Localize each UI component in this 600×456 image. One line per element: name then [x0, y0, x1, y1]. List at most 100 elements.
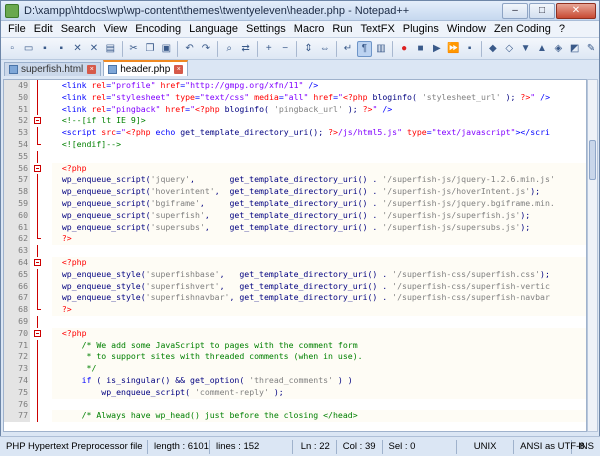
code-line[interactable]: 73 */: [4, 363, 586, 375]
fold-margin[interactable]: [32, 257, 43, 269]
code-line[interactable]: 64 <?php: [4, 256, 586, 269]
code-line[interactable]: 69: [4, 315, 586, 328]
code-line[interactable]: 75 wp_enqueue_script( 'comment-reply' );: [4, 386, 586, 399]
undo-icon[interactable]: ↶: [182, 41, 196, 57]
record-macro-icon[interactable]: ●: [397, 41, 411, 57]
zoom-out-icon[interactable]: −: [278, 41, 292, 57]
code-line[interactable]: 58 wp_enqueue_script('hoverintent', get_…: [4, 186, 586, 198]
code-line[interactable]: 56 <?php: [4, 162, 586, 175]
maximize-button[interactable]: □: [529, 2, 555, 19]
menu-textfx[interactable]: TextFX: [357, 21, 399, 38]
fold-toggle-icon[interactable]: [34, 329, 41, 337]
menu-macro[interactable]: Macro: [290, 21, 329, 38]
code-line[interactable]: 59 wp_enqueue_script('bgiframe', get_tem…: [4, 197, 586, 210]
menu-help[interactable]: ?: [555, 21, 569, 38]
code-line[interactable]: 55: [4, 150, 586, 163]
fold-margin[interactable]: [32, 115, 43, 127]
menu-view[interactable]: View: [100, 21, 132, 38]
zen-remove-icon[interactable]: ✎: [584, 41, 598, 57]
menu-plugins[interactable]: Plugins: [399, 21, 443, 38]
find-icon[interactable]: ⌕: [222, 41, 236, 57]
menu-file[interactable]: File: [4, 21, 30, 38]
code-line[interactable]: 71 /* We add some JavaScript to pages wi…: [4, 339, 586, 352]
all-chars-icon[interactable]: ¶: [357, 40, 372, 57]
code-line[interactable]: 72 * to support sites with threaded comm…: [4, 351, 586, 364]
vertical-scrollbar[interactable]: [587, 79, 598, 432]
code-line[interactable]: 65 wp_enqueue_style('superfishbase', get…: [4, 268, 586, 281]
code-line[interactable]: 53 <script src="<?php echo get_template_…: [4, 127, 586, 139]
close-icon[interactable]: ✕: [70, 41, 84, 57]
code-line[interactable]: 57 wp_enqueue_script('jquery', get_templ…: [4, 174, 586, 187]
menu-language[interactable]: Language: [185, 21, 242, 38]
zen-prev-icon[interactable]: ▲: [535, 41, 549, 57]
sync-v-icon[interactable]: ⇕: [301, 41, 315, 57]
menu-zen-coding[interactable]: Zen Coding: [490, 21, 555, 38]
line-number: 72: [4, 351, 30, 364]
stop-macro-icon[interactable]: ■: [413, 41, 427, 57]
zen-merge-icon[interactable]: ◩: [567, 41, 581, 57]
zen-expand-icon[interactable]: ◆: [486, 41, 500, 57]
code-line[interactable]: 74 if ( is_singular() && get_option( 'th…: [4, 374, 586, 387]
indent-guide-icon[interactable]: ▥: [374, 41, 388, 57]
code-token: rel: [91, 91, 107, 102]
zen-select-icon[interactable]: ◈: [551, 41, 565, 57]
code-line[interactable]: 52 <!--[if lt IE 9]>: [4, 115, 586, 128]
save-all-icon[interactable]: ▪: [54, 41, 68, 57]
code-line[interactable]: 50 <link rel="stylesheet" type="text/css…: [4, 91, 586, 104]
close-window-button[interactable]: ✕: [556, 2, 596, 19]
run-macro-multiple-icon[interactable]: ⏩: [446, 41, 460, 57]
word-wrap-icon[interactable]: ↵: [341, 41, 355, 57]
replace-icon[interactable]: ⇄: [238, 41, 252, 57]
close-all-icon[interactable]: ✕: [87, 41, 101, 57]
code-line[interactable]: 61 wp_enqueue_script('supersubs', get_te…: [4, 221, 586, 234]
code-line[interactable]: 67 wp_enqueue_style('superfishnavbar', g…: [4, 292, 586, 305]
code-line[interactable]: 63: [4, 245, 586, 257]
sync-h-icon[interactable]: ⇔: [318, 41, 332, 57]
save-macro-icon[interactable]: ▪: [462, 41, 476, 57]
code-line[interactable]: 49 <link rel="profile" href="http://gmpg…: [4, 80, 586, 92]
fold-toggle-icon[interactable]: [34, 258, 41, 266]
code-line[interactable]: 68 ?>: [4, 304, 586, 316]
code-line[interactable]: 54 <![endif]-->: [4, 138, 586, 151]
status-eol-format: UNIX: [457, 439, 515, 454]
tab-header-php[interactable]: header.php ×: [103, 60, 189, 76]
fold-margin: [32, 209, 43, 222]
fold-margin[interactable]: [32, 328, 43, 340]
zoom-in-icon[interactable]: +: [262, 41, 276, 57]
redo-icon[interactable]: ↷: [199, 41, 213, 57]
zen-next-icon[interactable]: ▼: [518, 41, 532, 57]
menu-window[interactable]: Window: [443, 21, 490, 38]
minimize-button[interactable]: –: [502, 2, 528, 19]
code-line[interactable]: 62 ?>: [4, 233, 586, 246]
close-tab-icon[interactable]: ×: [174, 64, 184, 74]
tab-superfish-html[interactable]: superfish.html ×: [4, 62, 102, 76]
paste-icon[interactable]: ▣: [159, 41, 173, 57]
new-file-icon[interactable]: ▫: [5, 41, 19, 57]
code-line[interactable]: 77 /* Always have wp_head() just before …: [4, 410, 586, 423]
menu-run[interactable]: Run: [328, 21, 356, 38]
code-line[interactable]: 60 wp_enqueue_script('superfish', get_te…: [4, 209, 586, 222]
cut-icon[interactable]: ✂: [126, 41, 140, 57]
code-token: );: [342, 103, 363, 114]
menu-search[interactable]: Search: [57, 21, 100, 38]
close-tab-icon[interactable]: ×: [87, 65, 97, 74]
fold-toggle-icon[interactable]: [34, 164, 41, 172]
code-line[interactable]: 70 <?php: [4, 327, 586, 340]
play-macro-icon[interactable]: ▶: [430, 41, 444, 57]
copy-icon[interactable]: ❐: [143, 41, 157, 57]
menu-encoding[interactable]: Encoding: [131, 21, 185, 38]
code-editor[interactable]: 49 <link rel="profile" href="http://gmpg…: [3, 79, 587, 432]
code-line[interactable]: 76: [4, 398, 586, 411]
zen-wrap-icon[interactable]: ◇: [502, 41, 516, 57]
scrollbar-thumb[interactable]: [589, 140, 596, 180]
fold-toggle-icon[interactable]: [34, 117, 41, 125]
open-file-icon[interactable]: ▭: [21, 41, 35, 57]
code-line[interactable]: 51 <link rel="pingback" href="<?php blog…: [4, 103, 586, 116]
print-icon[interactable]: ▤: [103, 41, 117, 57]
menu-edit[interactable]: Edit: [30, 21, 57, 38]
fold-margin[interactable]: [32, 163, 43, 175]
toolbar-separator: [392, 40, 393, 57]
save-icon[interactable]: ▪: [38, 41, 52, 57]
code-line[interactable]: 66 wp_enqueue_style('superfishvert', get…: [4, 280, 586, 293]
menu-settings[interactable]: Settings: [242, 21, 290, 38]
